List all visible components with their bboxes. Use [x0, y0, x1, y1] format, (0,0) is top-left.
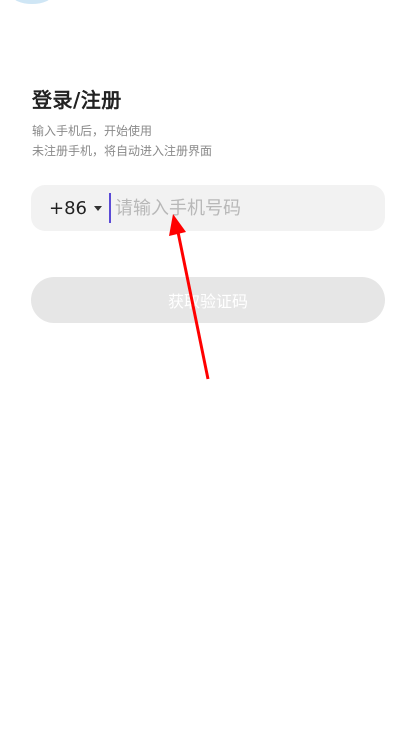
phone-input-container: +86 [31, 185, 385, 231]
text-cursor [109, 193, 111, 223]
phone-number-input[interactable] [113, 196, 347, 220]
caret-down-icon [94, 205, 102, 211]
page-title: 登录/注册 [32, 88, 122, 112]
get-verification-code-button[interactable]: 获取验证码 [31, 277, 385, 323]
header-decoration [12, 0, 52, 4]
subtitle-line-1: 输入手机后，开始使用 [32, 124, 153, 138]
country-code-label: +86 [49, 197, 87, 219]
login-screen: 登录/注册 输入手机后，开始使用 未注册手机，将自动进入注册界面 +86 获取验… [0, 0, 416, 741]
country-code-selector[interactable]: +86 [49, 198, 102, 219]
subtitle-line-2: 未注册手机，将自动进入注册界面 [32, 144, 213, 158]
